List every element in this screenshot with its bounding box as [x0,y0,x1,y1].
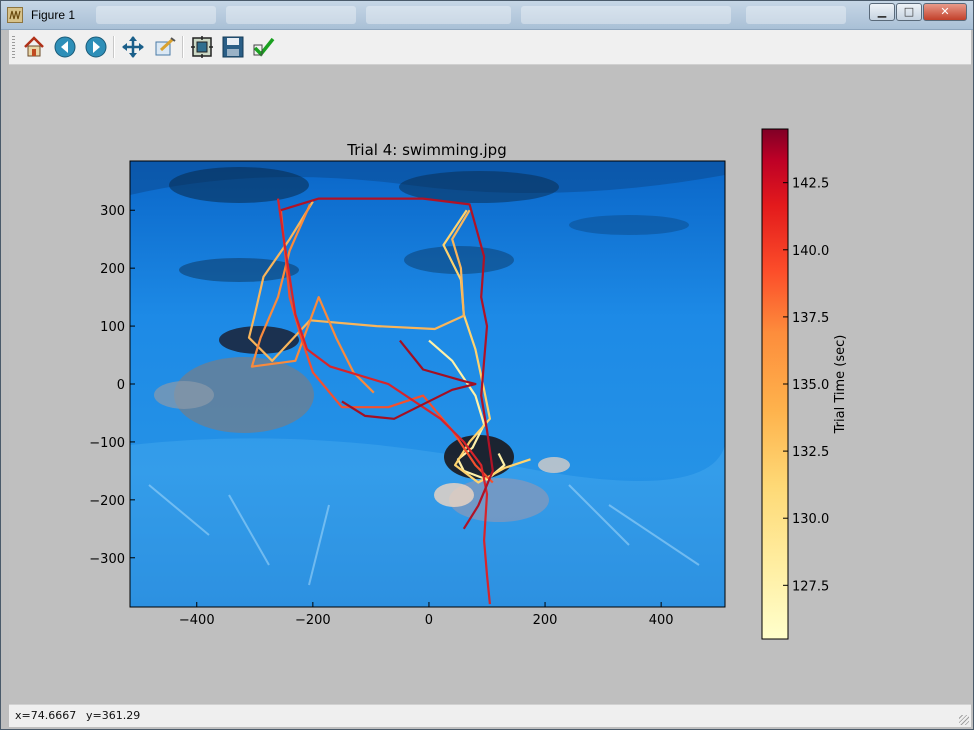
cursor-x-readout: x=74.6667 [15,709,77,722]
home-icon [24,36,44,57]
y-tick-label: −300 [89,552,125,567]
colorbar-axis: 142.5 140.0 137.5 135.0 132.5 130.0 127.5 [783,177,829,594]
figure-svg: Trial 4: swimming.jpg −400 −200 0 200 40… [89,128,848,640]
title-bar[interactable]: Figure 1 ▁ □ ✕ [1,1,973,30]
status-bar: x=74.6667 y=361.29 [9,704,971,727]
maximize-button[interactable]: □ [896,3,922,21]
x-tick-label: 0 [425,613,433,628]
toolbar-grip[interactable] [12,36,15,58]
background-tab [366,6,511,24]
navigation-toolbar [9,30,971,65]
zoom-button[interactable] [152,34,178,60]
pan-button[interactable] [120,34,146,60]
y-tick-label: 200 [100,262,125,277]
forward-button[interactable] [83,34,109,60]
figure-canvas[interactable]: Trial 4: swimming.jpg −400 −200 0 200 40… [9,65,971,703]
y-tick-label: 300 [100,204,125,219]
colorbar-tick-label: 140.0 [792,244,829,259]
checkmark-icon [253,37,275,57]
colorbar-tick-label: 130.0 [792,512,829,527]
colorbar-tick-label: 137.5 [792,311,829,326]
toolbar-separator [113,36,115,58]
x-tick-label: −200 [295,613,331,628]
background-tab [96,6,216,24]
colorbar-tick-label: 127.5 [792,579,829,594]
colorbar-tick-label: 135.0 [792,378,829,393]
floppy-disk-icon [222,36,244,58]
colorbar-label: Trial Time (sec) [833,335,848,435]
y-tick-label: 100 [100,320,125,335]
toolbar-separator [182,36,184,58]
window-title: Figure 1 [31,8,76,22]
y-tick-label: 0 [117,378,125,393]
x-tick-label: −400 [179,613,215,628]
back-arrow-icon [54,36,76,58]
chart-title: Trial 4: swimming.jpg [346,141,506,159]
close-button[interactable]: ✕ [923,3,967,21]
home-button[interactable] [21,34,47,60]
y-tick-label: −200 [89,494,125,509]
colorbar-tick-label: 132.5 [792,445,829,460]
background-tab [226,6,356,24]
subplots-button[interactable] [189,34,215,60]
background-photo [130,161,725,607]
y-axis: 300 200 100 0 −100 −200 −300 [89,204,135,567]
forward-arrow-icon [85,36,107,58]
x-tick-label: 200 [533,613,558,628]
app-icon [7,7,23,23]
colorbar-tick-label: 142.5 [792,177,829,192]
zoom-rect-icon [155,37,176,56]
save-button[interactable] [220,34,246,60]
background-tab [521,6,731,24]
pan-arrows-icon [122,36,144,58]
cursor-y-readout: y=361.29 [86,709,141,722]
y-tick-label: −100 [89,436,125,451]
minimize-button[interactable]: ▁ [869,3,895,21]
x-tick-label: 400 [649,613,674,628]
back-button[interactable] [52,34,78,60]
resize-grip[interactable] [959,715,969,725]
edit-button[interactable] [251,34,277,60]
figure-window: Figure 1 ▁ □ ✕ Trial 4: swimming.jpg −40… [0,0,974,730]
subplots-icon [191,36,213,58]
background-tab [746,6,846,24]
